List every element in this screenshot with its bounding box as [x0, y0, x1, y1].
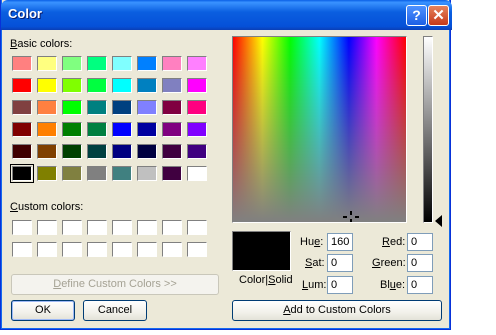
add-to-custom-colors-button[interactable]: Add to Custom Colors: [232, 300, 442, 321]
sat-input[interactable]: 0: [327, 254, 353, 272]
custom-color-swatch[interactable]: [12, 220, 32, 235]
blue-label: Blue:: [380, 279, 406, 291]
basic-color-swatch[interactable]: [37, 144, 57, 159]
cancel-button[interactable]: Cancel: [83, 300, 147, 321]
basic-color-swatch[interactable]: [62, 100, 82, 115]
basic-color-swatch[interactable]: [37, 100, 57, 115]
custom-color-swatch[interactable]: [37, 220, 57, 235]
basic-color-swatch[interactable]: [187, 78, 207, 93]
basic-color-swatch[interactable]: [112, 166, 132, 181]
basic-color-swatch[interactable]: [12, 100, 32, 115]
custom-colors-label: Custom colors:: [10, 201, 84, 213]
basic-color-swatch[interactable]: [12, 56, 32, 71]
hue-input[interactable]: 160: [327, 233, 353, 251]
red-label: Red:: [382, 236, 406, 248]
custom-color-swatch[interactable]: [112, 220, 132, 235]
basic-color-swatch[interactable]: [87, 166, 107, 181]
custom-color-swatch[interactable]: [187, 220, 207, 235]
basic-color-swatch[interactable]: [162, 56, 182, 71]
basic-color-swatch[interactable]: [112, 78, 132, 93]
basic-color-swatch[interactable]: [87, 122, 107, 137]
basic-color-swatch[interactable]: [112, 144, 132, 159]
color-preview: [232, 231, 291, 271]
ok-button[interactable]: OK: [11, 300, 75, 321]
color-solid-label: Color|Solid: [239, 274, 293, 286]
color-spectrum[interactable]: [232, 36, 407, 223]
title-bar[interactable]: Color ? ✕: [1, 0, 452, 30]
basic-color-swatch[interactable]: [37, 78, 57, 93]
luminosity-arrow-icon[interactable]: [435, 215, 442, 227]
basic-color-swatch[interactable]: [162, 166, 182, 181]
basic-color-swatch[interactable]: [187, 122, 207, 137]
basic-color-swatch[interactable]: [10, 164, 34, 183]
basic-color-swatch[interactable]: [137, 78, 157, 93]
custom-color-swatch[interactable]: [62, 220, 82, 235]
blue-input[interactable]: 0: [407, 276, 433, 294]
custom-color-swatch[interactable]: [112, 242, 132, 257]
basic-color-swatch[interactable]: [62, 78, 82, 93]
basic-color-swatch[interactable]: [62, 166, 82, 181]
lum-label: Lum:: [302, 279, 327, 291]
basic-color-swatch[interactable]: [162, 78, 182, 93]
custom-color-swatch[interactable]: [187, 242, 207, 257]
basic-color-swatch[interactable]: [162, 122, 182, 137]
basic-color-swatch[interactable]: [37, 56, 57, 71]
custom-color-swatch[interactable]: [87, 220, 107, 235]
basic-color-swatch[interactable]: [12, 78, 32, 93]
basic-color-swatch[interactable]: [187, 100, 207, 115]
basic-color-swatch[interactable]: [187, 56, 207, 71]
hue-label: Hue:: [300, 236, 324, 248]
basic-color-swatch[interactable]: [187, 166, 207, 181]
basic-color-swatch[interactable]: [112, 56, 132, 71]
basic-color-swatch[interactable]: [87, 144, 107, 159]
green-label: Green:: [372, 257, 406, 269]
basic-colors-label: Basic colors:: [10, 38, 73, 50]
custom-color-swatch[interactable]: [137, 242, 157, 257]
green-input[interactable]: 0: [407, 254, 433, 272]
basic-color-swatch[interactable]: [37, 166, 57, 181]
basic-color-swatch[interactable]: [87, 100, 107, 115]
lum-input[interactable]: 0: [327, 276, 353, 294]
basic-color-swatch[interactable]: [12, 122, 32, 137]
close-icon: ✕: [432, 7, 445, 24]
basic-color-swatch[interactable]: [137, 100, 157, 115]
custom-color-swatch[interactable]: [62, 242, 82, 257]
crosshair-icon: [343, 211, 359, 222]
basic-color-swatch[interactable]: [37, 122, 57, 137]
basic-color-swatch[interactable]: [137, 122, 157, 137]
custom-color-swatch[interactable]: [12, 242, 32, 257]
basic-color-swatch[interactable]: [62, 122, 82, 137]
help-button[interactable]: ?: [406, 5, 427, 26]
help-icon: ?: [412, 7, 421, 23]
close-button[interactable]: ✕: [428, 5, 449, 26]
custom-color-swatch[interactable]: [87, 242, 107, 257]
window-title: Color: [8, 6, 42, 21]
custom-color-swatch[interactable]: [37, 242, 57, 257]
custom-color-swatch[interactable]: [137, 220, 157, 235]
basic-color-swatch[interactable]: [162, 144, 182, 159]
basic-color-swatch[interactable]: [12, 144, 32, 159]
luminosity-bar[interactable]: [423, 36, 433, 223]
basic-color-swatch[interactable]: [137, 144, 157, 159]
basic-color-swatch[interactable]: [112, 122, 132, 137]
custom-color-swatch[interactable]: [162, 242, 182, 257]
basic-color-swatch[interactable]: [187, 144, 207, 159]
basic-color-swatch[interactable]: [87, 56, 107, 71]
basic-color-swatch[interactable]: [112, 100, 132, 115]
basic-color-swatch[interactable]: [137, 56, 157, 71]
custom-color-swatch[interactable]: [162, 220, 182, 235]
basic-color-swatch[interactable]: [62, 56, 82, 71]
basic-color-swatch[interactable]: [62, 144, 82, 159]
sat-label: Sat:: [305, 257, 325, 269]
basic-color-swatch[interactable]: [137, 166, 157, 181]
color-dialog: Color ? ✕ Basic colors: Custom colors: D…: [0, 0, 452, 330]
define-custom-colors-button[interactable]: Define Custom Colors >>: [11, 274, 219, 295]
basic-color-swatch[interactable]: [162, 100, 182, 115]
red-input[interactable]: 0: [407, 233, 433, 251]
basic-color-swatch[interactable]: [87, 78, 107, 93]
